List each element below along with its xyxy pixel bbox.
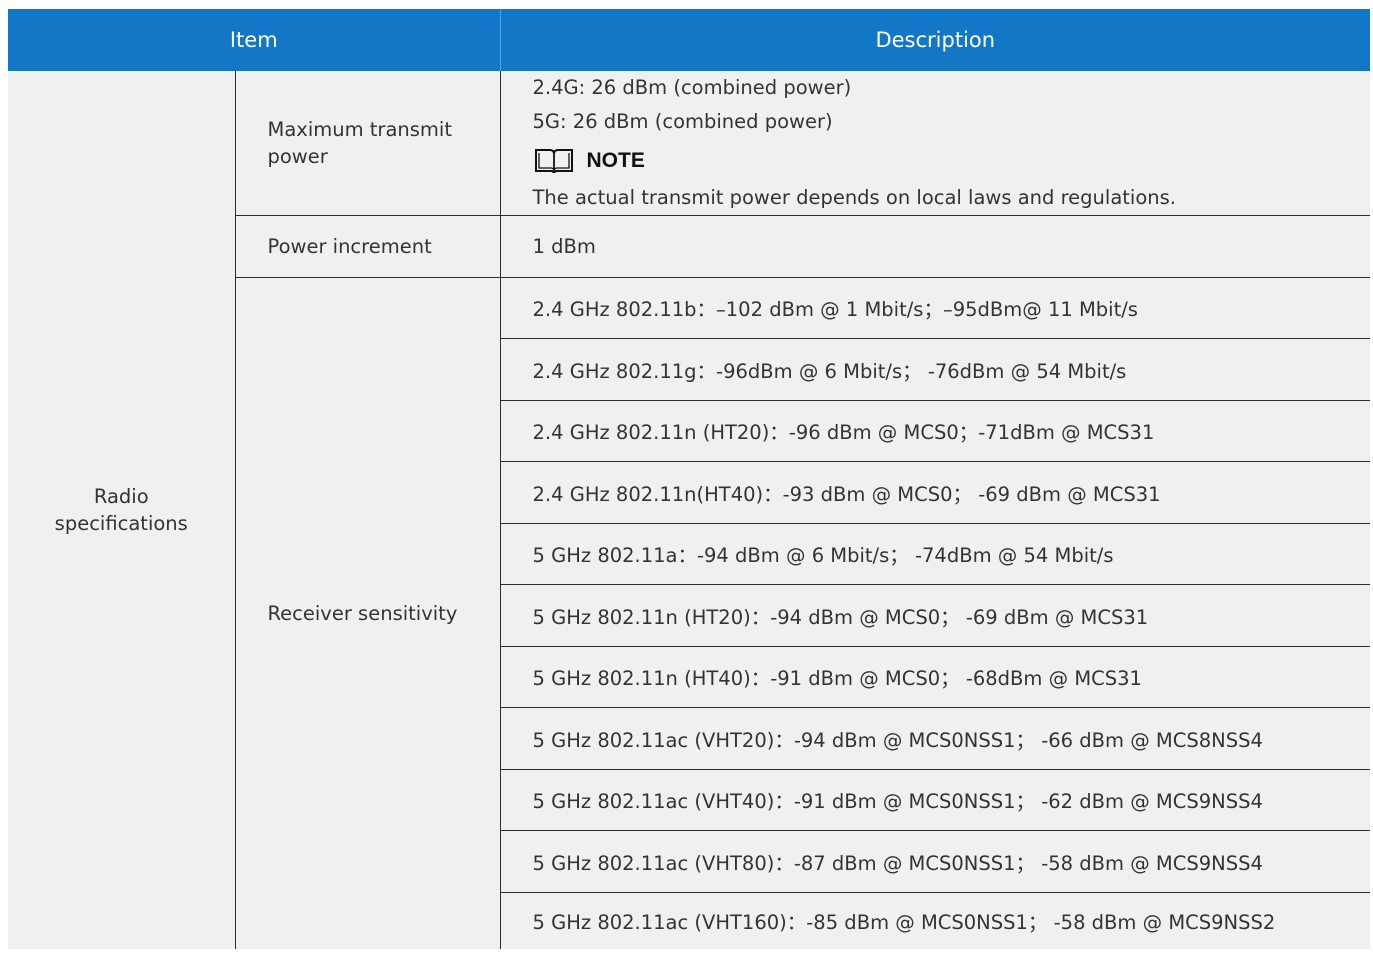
note-label: NOTE — [586, 149, 645, 172]
book-icon — [533, 147, 575, 175]
sensitivity-row-6: 5 GHz 802.11n (HT20)：-94 dBm @ MCS0； -69… — [500, 584, 1370, 647]
item-max-transmit-power: Maximum transmit power — [235, 71, 501, 216]
sensitivity-row-2: 2.4 GHz 802.11g：-96dBm @ 6 Mbit/s； -76dB… — [500, 338, 1370, 401]
sensitivity-row-9: 5 GHz 802.11ac (VHT40)：-91 dBm @ MCS0NSS… — [500, 769, 1370, 831]
category-cell: Radio specifications — [8, 71, 236, 949]
table-header-row: Item Description — [8, 9, 1370, 71]
sensitivity-row-4: 2.4 GHz 802.11n(HT40)：-93 dBm @ MCS0； -6… — [500, 461, 1370, 524]
sensitivity-row-5: 5 GHz 802.11a：-94 dBm @ 6 Mbit/s； -74dBm… — [500, 523, 1370, 585]
sensitivity-row-7: 5 GHz 802.11n (HT40)：-91 dBm @ MCS0； -68… — [500, 646, 1370, 708]
desc-max-transmit-power: 2.4G: 26 dBm (combined power) 5G: 26 dBm… — [500, 71, 1370, 216]
note-heading: NOTE — [533, 141, 1371, 181]
note-text: The actual transmit power depends on loc… — [532, 186, 1177, 209]
item-power-increment: Power increment — [235, 215, 501, 278]
table-row-max-power: Radio specifications Maximum transmit po… — [8, 71, 1370, 949]
power-24g-line: 2.4G: 26 dBm (combined power) — [532, 76, 852, 99]
sensitivity-row-10: 5 GHz 802.11ac (VHT80)：-87 dBm @ MCS0NSS… — [500, 830, 1370, 893]
sensitivity-row-1: 2.4 GHz 802.11b：–102 dBm @ 1 Mbit/s；–95d… — [500, 277, 1370, 339]
desc-power-increment: 1 dBm — [500, 215, 1370, 278]
sensitivity-row-11: 5 GHz 802.11ac (VHT160)：-85 dBm @ MCS0NS… — [500, 892, 1370, 949]
radio-spec-table: Item Description Radio specifications Ma… — [8, 9, 1370, 949]
category-line-1: Radio — [93, 484, 149, 508]
header-item: Item — [8, 9, 501, 71]
power-5g-line: 5G: 26 dBm (combined power) — [532, 110, 833, 133]
category-line-2: specifications — [54, 511, 188, 535]
item-receiver-sensitivity: Receiver sensitivity — [235, 277, 501, 949]
sensitivity-row-3: 2.4 GHz 802.11n (HT20)：-96 dBm @ MCS0；-7… — [500, 400, 1370, 462]
header-description: Description — [500, 9, 1370, 71]
sensitivity-row-8: 5 GHz 802.11ac (VHT20)：-94 dBm @ MCS0NSS… — [500, 707, 1370, 770]
